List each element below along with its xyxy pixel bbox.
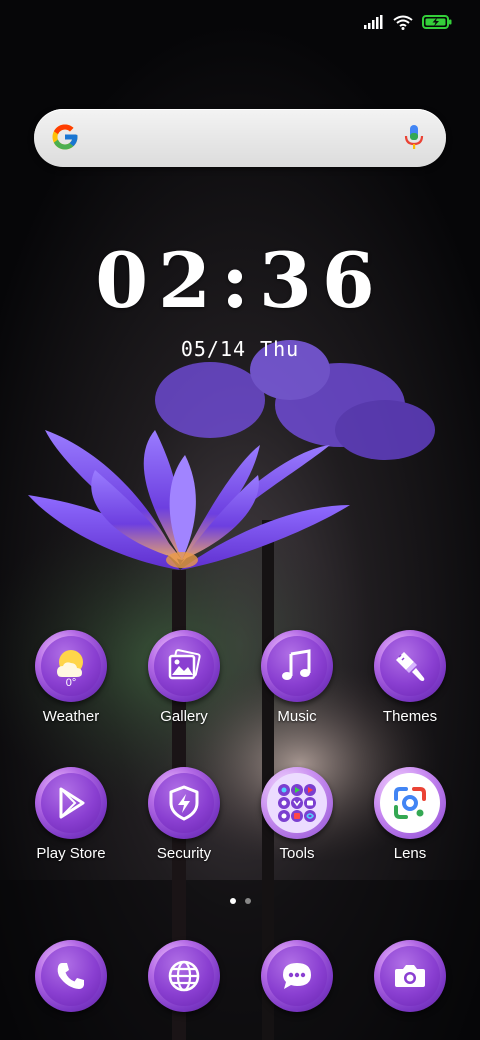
gallery-icon: [168, 649, 201, 680]
page-dot: [244, 898, 251, 904]
app-label: Lens: [393, 845, 427, 862]
battery-charging-icon: [422, 15, 452, 29]
weekday: Thu: [260, 337, 300, 361]
play-store-icon: [59, 787, 85, 819]
lens-icon: [394, 787, 426, 819]
dock-browser[interactable]: [129, 940, 239, 1012]
app-label: Security: [156, 845, 212, 862]
camera-icon: [395, 965, 425, 987]
google-g-icon: [52, 124, 78, 150]
mic-icon[interactable]: [404, 124, 424, 152]
wifi-icon: [393, 15, 413, 30]
app-label: Tools: [279, 845, 315, 862]
security-icon: [169, 785, 199, 821]
app-label: Play Store: [36, 845, 106, 862]
app-label: Weather: [42, 708, 100, 725]
themes-icon: [396, 652, 425, 681]
app-play-store[interactable]: Play Store: [16, 767, 126, 862]
folder-tools[interactable]: Tools: [242, 767, 352, 862]
app-weather[interactable]: 0° Weather: [16, 630, 126, 725]
app-security[interactable]: Security: [129, 767, 239, 862]
tools-folder-icon: [278, 784, 316, 822]
app-label: Music: [277, 708, 317, 725]
app-label: Gallery: [160, 708, 208, 725]
dock-phone[interactable]: [16, 940, 126, 1012]
page-dot-active: [229, 898, 236, 904]
phone-icon: [57, 963, 84, 989]
app-lens[interactable]: Lens: [355, 767, 465, 862]
messages-icon: [283, 963, 311, 989]
app-themes[interactable]: Themes: [355, 630, 465, 725]
dock-messages[interactable]: [242, 940, 352, 1012]
weather-temp: 0°: [65, 677, 77, 689]
app-gallery[interactable]: Gallery: [129, 630, 239, 725]
clock-time[interactable]: 02:36: [0, 236, 480, 325]
signal-icon: [364, 15, 383, 29]
date-value: 05/14: [180, 337, 247, 361]
browser-icon: [168, 960, 200, 992]
google-search-bar[interactable]: [34, 109, 446, 167]
clock-date: 05/14 Thu: [0, 337, 480, 361]
status-bar: [364, 8, 452, 36]
app-label: Themes: [382, 708, 438, 725]
app-music[interactable]: Music: [242, 630, 352, 725]
dock-camera[interactable]: [355, 940, 465, 1012]
page-indicator: [0, 898, 480, 904]
music-icon: [282, 649, 311, 680]
